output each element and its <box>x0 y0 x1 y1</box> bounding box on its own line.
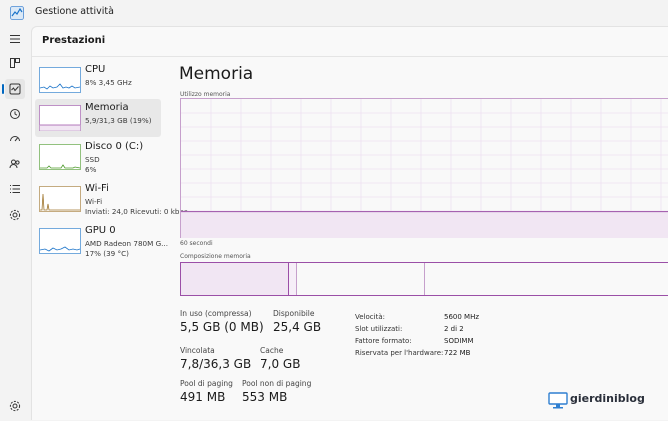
usage-area <box>181 211 668 238</box>
sidebar-item-detail: 5,9/31,3 GB (19%) <box>85 116 152 125</box>
nonpaged-pool-label: Pool non di paging <box>242 379 312 388</box>
sidebar-item-detail: SSD 6% <box>85 155 100 175</box>
cpu-thumbnail-graph <box>39 67 81 93</box>
memory-composition-bar <box>180 262 668 296</box>
composition-in-use <box>181 263 289 295</box>
nonpaged-pool-value: 553 MB <box>242 390 288 404</box>
users-icon[interactable] <box>5 154 25 174</box>
paged-pool-value: 491 MB <box>180 390 226 404</box>
window-title: Gestione attività <box>35 6 114 17</box>
form-factor-label: Fattore formato: <box>355 337 412 345</box>
resource-list: CPU 8% 3,45 GHz Memoria 5,9/31,3 GB (19%… <box>32 57 188 421</box>
processes-icon[interactable] <box>5 53 25 73</box>
reserved-label: Riservata per l'hardware: <box>355 349 444 357</box>
available-value: 25,4 GB <box>273 320 322 334</box>
wifi-thumbnail-graph <box>39 186 81 212</box>
composition-standby <box>297 263 425 295</box>
watermark-text: gierdiniblog <box>570 392 645 405</box>
sidebar-item-disk[interactable]: Disco 0 (C:) SSD 6% <box>35 138 161 176</box>
sidebar-item-memory[interactable]: Memoria 5,9/31,3 GB (19%) <box>35 99 161 137</box>
composition-free <box>425 263 668 295</box>
nav-rail <box>0 26 30 420</box>
page-title: Prestazioni <box>42 35 106 46</box>
sidebar-item-gpu[interactable]: GPU 0 AMD Radeon 780M G... 17% (39 °C) <box>35 222 168 260</box>
chart-app-icon <box>10 6 24 20</box>
history-icon[interactable] <box>5 104 25 124</box>
slots-label: Slot utilizzati: <box>355 325 403 333</box>
slots-value: 2 di 2 <box>444 325 464 333</box>
wifi-adapter: Wi-Fi <box>85 197 103 206</box>
gpu-thumbnail-graph <box>39 228 81 254</box>
composition-caption: Composizione memoria <box>180 253 251 260</box>
startup-icon[interactable] <box>5 129 25 149</box>
available-label: Disponibile <box>273 309 315 318</box>
content-panel: Prestazioni CPU 8% 3,45 GHz Memoria 5,9/… <box>31 26 668 420</box>
services-icon[interactable] <box>5 205 25 225</box>
memory-usage-plot <box>181 99 668 238</box>
reserved-value: 722 MB <box>444 349 471 357</box>
gpu-usage: 17% (39 °C) <box>85 249 129 258</box>
monitor-logo-icon <box>548 392 568 409</box>
memory-usage-graph <box>180 98 668 238</box>
disk-thumbnail-graph <box>39 144 81 170</box>
sidebar-item-detail: Wi-Fi Inviati: 24,0 Ricevuti: 0 kbps <box>85 197 188 217</box>
performance-icon[interactable] <box>2 79 25 99</box>
speed-value: 5600 MHz <box>444 313 480 321</box>
composition-modified <box>289 263 297 295</box>
memory-title: Memoria <box>179 64 254 84</box>
form-factor-value: SODIMM <box>444 337 474 345</box>
sidebar-item-label: GPU 0 <box>85 225 116 236</box>
speed-label: Velocità: <box>355 313 385 321</box>
sidebar-item-label: Disco 0 (C:) <box>85 141 144 152</box>
committed-label: Vincolata <box>180 346 215 355</box>
memory-detail: Memoria Utilizzo memoria 60 secondi Comp… <box>179 57 668 421</box>
page-header: Prestazioni <box>32 27 668 57</box>
cached-value: 7,0 GB <box>260 357 301 371</box>
paged-pool-label: Pool di paging <box>180 379 233 388</box>
hamburger-menu-icon[interactable] <box>5 29 25 49</box>
disk-usage: 6% <box>85 165 97 174</box>
sidebar-item-label: Memoria <box>85 102 129 113</box>
gpu-model: AMD Radeon 780M G... <box>85 239 169 248</box>
time-range-caption: 60 secondi <box>180 240 213 247</box>
sidebar-item-detail: 8% 3,45 GHz <box>85 78 132 87</box>
sidebar-item-label: CPU <box>85 64 106 75</box>
sidebar-item-label: Wi-Fi <box>85 183 109 194</box>
sidebar-item-cpu[interactable]: CPU 8% 3,45 GHz <box>35 61 161 99</box>
disk-type: SSD <box>85 155 100 164</box>
details-icon[interactable] <box>5 179 25 199</box>
settings-gear-icon[interactable] <box>9 400 21 412</box>
sidebar-item-detail: AMD Radeon 780M G... 17% (39 °C) <box>85 239 168 259</box>
cached-label: Cache <box>260 346 284 355</box>
title-bar: Gestione attività <box>0 0 668 26</box>
memory-thumbnail-graph <box>39 105 81 131</box>
in-use-value: 5,5 GB (0 MB) <box>180 320 264 334</box>
committed-value: 7,8/36,3 GB <box>180 357 252 371</box>
sidebar-item-wifi[interactable]: Wi-Fi Wi-Fi Inviati: 24,0 Ricevuti: 0 kbp… <box>35 180 188 218</box>
in-use-label: In uso (compressa) <box>180 309 252 318</box>
usage-graph-caption: Utilizzo memoria <box>180 91 231 98</box>
wifi-throughput: Inviati: 24,0 Ricevuti: 0 kbps <box>85 207 188 216</box>
watermark: gierdiniblog <box>548 388 666 412</box>
